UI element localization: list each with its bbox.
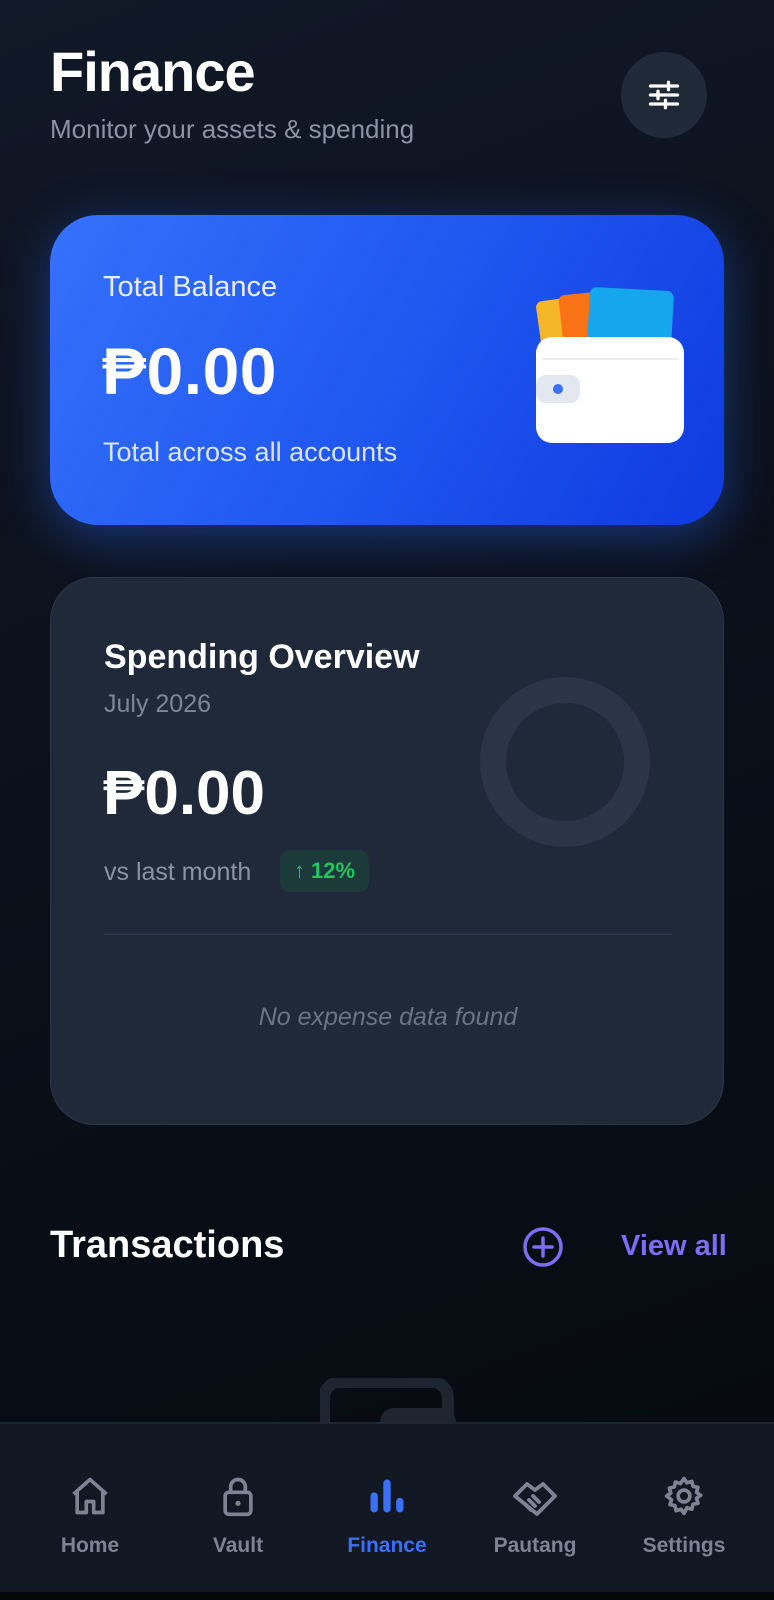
nav-label-pautang: Pautang <box>493 1534 577 1557</box>
divider <box>104 934 672 935</box>
balance-caption: Total across all accounts <box>103 437 398 467</box>
handshake-icon <box>513 1482 557 1516</box>
spending-donut-chart <box>480 677 650 847</box>
page-title: Finance <box>50 40 256 103</box>
nav-label-home: Home <box>60 1534 120 1557</box>
change-value: 12% <box>311 858 356 883</box>
bottom-navigation: Home Vault Finance Pautang Settings <box>0 1422 774 1600</box>
view-all-link[interactable]: View all <box>621 1230 727 1263</box>
empty-state-text: No expense data found <box>258 1003 518 1031</box>
bar-chart-icon <box>370 1479 404 1513</box>
balance-amount: ₱0.00 <box>102 334 277 408</box>
nav-label-settings: Settings <box>642 1534 726 1557</box>
sliders-icon <box>648 80 680 110</box>
change-badge: ↑ 12% <box>280 850 370 892</box>
system-gesture-bar <box>0 1592 774 1600</box>
nav-label-vault: Vault <box>212 1534 264 1557</box>
nav-item-vault[interactable]: Vault <box>173 1472 303 1558</box>
balance-card[interactable]: Total Balance ₱0.00 Total across all acc… <box>50 215 724 525</box>
page-header: Finance Monitor your assets & spending <box>50 40 414 145</box>
spending-amount: ₱0.00 <box>103 759 266 828</box>
donut-track <box>480 677 650 847</box>
home-icon <box>72 1477 108 1515</box>
wallet-cards-icon <box>536 287 684 443</box>
lock-icon <box>223 1477 253 1517</box>
nav-label-finance: Finance <box>347 1534 427 1557</box>
filter-button[interactable] <box>621 52 707 138</box>
page-subtitle: Monitor your assets & spending <box>50 114 415 144</box>
balance-label: Total Balance <box>103 271 278 303</box>
spending-title: Spending Overview <box>104 638 420 676</box>
arrow-up-icon: ↑ <box>294 858 305 883</box>
plus-circle-icon[interactable] <box>522 1226 564 1268</box>
transactions-title: Transactions <box>50 1224 285 1266</box>
nav-item-finance[interactable]: Finance <box>322 1472 452 1558</box>
nav-item-settings[interactable]: Settings <box>619 1472 749 1558</box>
spending-overview-card: Spending Overview July 2026 ₱0.00 vs las… <box>50 577 724 1125</box>
gear-icon <box>664 1476 703 1516</box>
nav-item-home[interactable]: Home <box>25 1472 155 1558</box>
nav-item-pautang[interactable]: Pautang <box>470 1472 600 1558</box>
spending-month: July 2026 <box>104 690 212 718</box>
compare-label: vs last month <box>104 858 252 886</box>
